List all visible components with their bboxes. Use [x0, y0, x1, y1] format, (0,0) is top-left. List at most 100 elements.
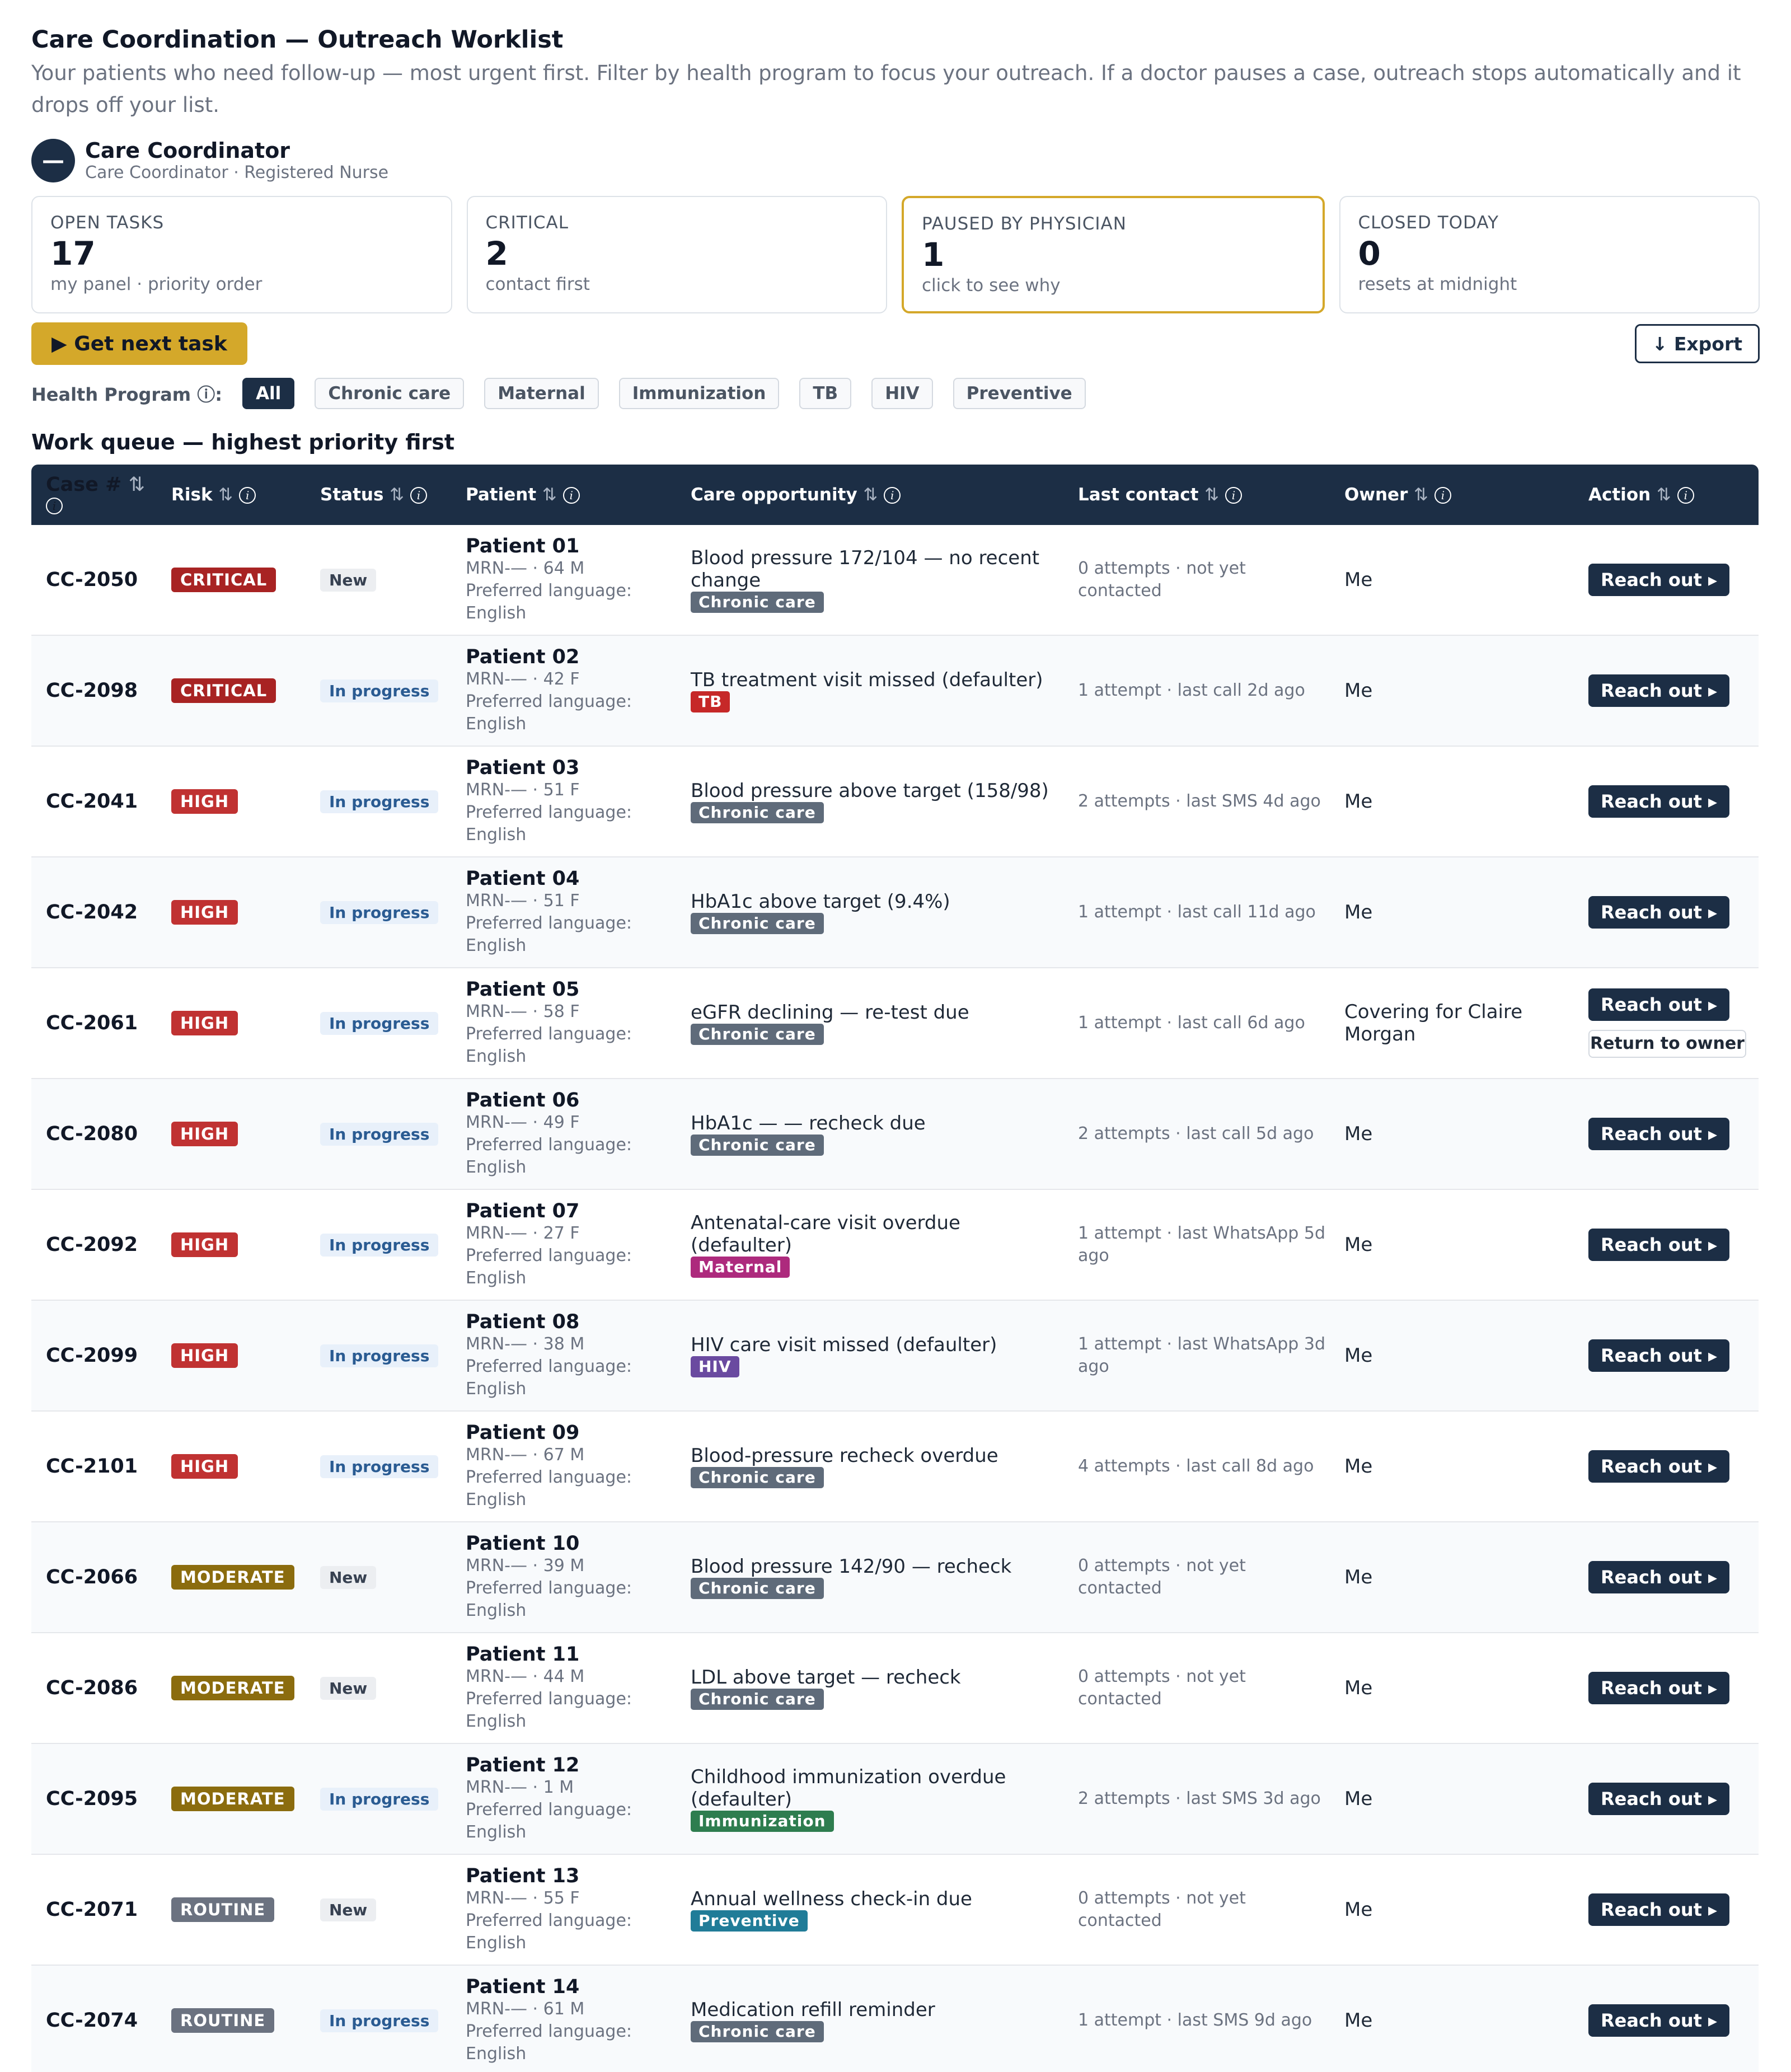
stat-paused-by-physician[interactable]: PAUSED BY PHYSICIAN 1 click to see why	[902, 196, 1325, 313]
table-row[interactable]: CC-2080 HIGH In progress Patient 06 MRN-— · …	[31, 1079, 1759, 1190]
patient-name[interactable]: Patient 01	[466, 535, 676, 557]
patient-name[interactable]: Patient 07	[466, 1200, 676, 1222]
sort-icon[interactable]: ⇅	[1204, 485, 1219, 505]
patient-name[interactable]: Patient 11	[466, 1643, 676, 1666]
reach-out-button[interactable]: Reach out ▸	[1588, 785, 1730, 818]
sort-icon[interactable]: ⇅	[1657, 485, 1671, 505]
avatar[interactable]: —	[31, 139, 75, 182]
patient-name[interactable]: Patient 09	[466, 1422, 676, 1444]
table-row[interactable]: CC-2086 MODERATE New Patient 11 MRN-— · 44 M…	[31, 1633, 1759, 1744]
filter-chip-hiv[interactable]: HIV	[871, 378, 933, 409]
patient-name[interactable]: Patient 03	[466, 757, 676, 779]
info-icon[interactable]: i	[562, 487, 580, 504]
patient-name[interactable]: Patient 05	[466, 978, 676, 1001]
case-number: CC-2041	[46, 790, 138, 813]
filter-chip-preventive[interactable]: Preventive	[953, 378, 1086, 409]
sort-icon[interactable]: ⇅	[863, 485, 878, 505]
table-row[interactable]: CC-2066 MODERATE New Patient 10 MRN-— · 39 M…	[31, 1522, 1759, 1633]
patient-mrn: MRN-— · 27 F	[466, 1223, 580, 1243]
patient-name[interactable]: Patient 04	[466, 868, 676, 890]
filter-chip-all[interactable]: All	[242, 378, 295, 409]
patient-name[interactable]: Patient 10	[466, 1532, 676, 1555]
filter-chip-tb[interactable]: TB	[799, 378, 852, 409]
column-header-patient[interactable]: Patient ⇅ i	[451, 485, 676, 505]
sort-icon[interactable]: ⇅	[390, 485, 404, 505]
stat-value: 17	[50, 235, 96, 273]
reach-out-button[interactable]: Reach out ▸	[1588, 1561, 1730, 1593]
reach-out-button[interactable]: Reach out ▸	[1588, 896, 1730, 929]
column-header-label: Last contact	[1078, 485, 1199, 505]
patient-name[interactable]: Patient 13	[466, 1865, 676, 1887]
action-cell: Reach out ▸	[1574, 1229, 1759, 1261]
reach-out-button[interactable]: Reach out ▸	[1588, 1672, 1730, 1704]
column-header-label: Case #	[46, 474, 122, 496]
last-contact: 2 attempts · last SMS 3d ago	[1078, 1789, 1321, 1808]
table-row[interactable]: CC-2042 HIGH In progress Patient 04 MRN-— · …	[31, 857, 1759, 968]
column-header-status[interactable]: Status ⇅ i	[306, 485, 451, 505]
column-header-last-contact[interactable]: Last contact ⇅ i	[1063, 485, 1330, 505]
table-row[interactable]: CC-2098 CRITICAL In progress Patient 02 MRN-…	[31, 636, 1759, 747]
return-to-owner-button[interactable]: Return to owner	[1588, 1030, 1746, 1058]
table-row[interactable]: CC-2061 HIGH In progress Patient 05 MRN-— · …	[31, 968, 1759, 1079]
info-icon[interactable]: i	[1434, 487, 1451, 504]
info-icon[interactable]: i	[46, 498, 63, 514]
info-icon[interactable]: i	[1225, 487, 1242, 504]
preferred-language: English	[466, 1601, 527, 1620]
risk-cell: ROUTINE	[157, 2008, 306, 2033]
patient-name[interactable]: Patient 12	[466, 1754, 676, 1776]
sort-icon[interactable]: ⇅	[542, 485, 557, 505]
reach-out-button[interactable]: Reach out ▸	[1588, 1229, 1730, 1261]
status-cell: New	[306, 1565, 451, 1589]
column-header-case[interactable]: Case # ⇅ i	[31, 475, 157, 515]
info-icon[interactable]: i	[884, 487, 901, 504]
patient-name[interactable]: Patient 02	[466, 646, 676, 668]
sort-icon[interactable]: ⇅	[1414, 485, 1428, 505]
reach-out-button[interactable]: Reach out ▸	[1588, 1339, 1730, 1372]
patient-name[interactable]: Patient 14	[466, 1976, 676, 1998]
reach-out-button[interactable]: Reach out ▸	[1588, 564, 1730, 596]
table-row[interactable]: CC-2099 HIGH In progress Patient 08 MRN-— · …	[31, 1301, 1759, 1412]
stat-value: 1	[922, 236, 945, 274]
column-header-risk[interactable]: Risk ⇅ i	[157, 485, 306, 505]
filter-chip-chronic-care[interactable]: Chronic care	[315, 378, 465, 409]
filter-chip-maternal[interactable]: Maternal	[484, 378, 599, 409]
column-header-care-opportunity[interactable]: Care opportunity ⇅ i	[676, 485, 1063, 505]
table-row[interactable]: CC-2041 HIGH In progress Patient 03 MRN-— · …	[31, 747, 1759, 857]
status-cell: New	[306, 1676, 451, 1700]
get-next-task-button[interactable]: ▶ Get next task	[31, 322, 247, 365]
sort-icon[interactable]: ⇅	[218, 485, 233, 505]
table-row[interactable]: CC-2095 MODERATE In progress Patient 12 MRN-…	[31, 1744, 1759, 1855]
column-header-label: Status	[320, 485, 384, 505]
export-button[interactable]: ↓ Export	[1634, 324, 1760, 363]
info-icon[interactable]: i	[239, 487, 256, 504]
action-cell: Reach out ▸	[1574, 1561, 1759, 1593]
reach-out-button[interactable]: Reach out ▸	[1588, 1893, 1730, 1926]
preferred-language-label: Preferred language:	[466, 803, 632, 822]
reach-out-button[interactable]: Reach out ▸	[1588, 988, 1730, 1021]
reach-out-button[interactable]: Reach out ▸	[1588, 1450, 1730, 1483]
reach-out-button[interactable]: Reach out ▸	[1588, 2004, 1730, 2037]
risk-cell: HIGH	[157, 1454, 306, 1479]
patient-name[interactable]: Patient 08	[466, 1311, 676, 1333]
info-icon[interactable]: i	[1677, 487, 1694, 504]
table-row[interactable]: CC-2074 ROUTINE In progress Patient 14 MRN-—…	[31, 1966, 1759, 2072]
patient-mrn: MRN-— · 51 F	[466, 891, 580, 911]
reach-out-button[interactable]: Reach out ▸	[1588, 674, 1730, 707]
care-opportunity: Blood pressure 142/90 — recheck	[691, 1555, 1012, 1578]
care-opportunity-cell: Medication refill reminder Chronic care	[676, 1999, 1063, 2042]
table-row[interactable]: CC-2050 CRITICAL New Patient 01 MRN-— · 64 M…	[31, 525, 1759, 636]
column-header-owner[interactable]: Owner ⇅ i	[1330, 485, 1574, 505]
status-cell: In progress	[306, 1011, 451, 1035]
table-row[interactable]: CC-2071 ROUTINE New Patient 13 MRN-— · 55 FP…	[31, 1855, 1759, 1966]
table-row[interactable]: CC-2092 HIGH In progress Patient 07 MRN-— · …	[31, 1190, 1759, 1301]
sort-icon[interactable]: ⇅	[129, 474, 145, 496]
table-row[interactable]: CC-2101 HIGH In progress Patient 09 MRN-— · …	[31, 1412, 1759, 1522]
column-header-action[interactable]: Action ⇅ i	[1574, 485, 1759, 505]
risk-cell: MODERATE	[157, 1676, 306, 1700]
reach-out-button[interactable]: Reach out ▸	[1588, 1783, 1730, 1815]
reach-out-button[interactable]: Reach out ▸	[1588, 1118, 1730, 1150]
patient-name[interactable]: Patient 06	[466, 1089, 676, 1112]
preferred-language-label: Preferred language:	[466, 1911, 632, 1930]
filter-chip-immunization[interactable]: Immunization	[618, 378, 780, 409]
info-icon[interactable]: i	[410, 487, 427, 504]
